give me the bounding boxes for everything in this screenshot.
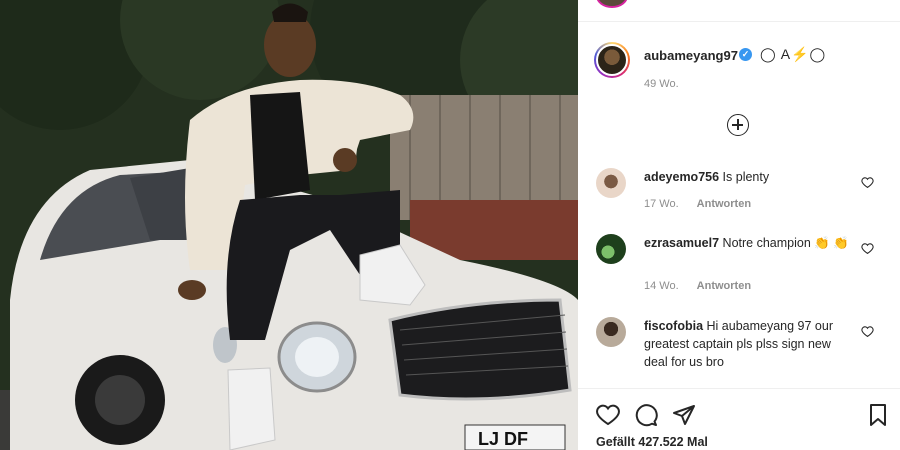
likes-count[interactable]: Gefällt 427.522 Mal: [596, 435, 708, 449]
commenter-username[interactable]: fiscofobia: [644, 319, 703, 333]
post-time[interactable]: 49 Wo.: [644, 78, 679, 90]
comment-bubble-icon[interactable]: [634, 403, 658, 427]
reply-button[interactable]: Antworten: [697, 280, 751, 292]
commenter-username[interactable]: ezrasamuel7: [644, 236, 719, 250]
post-action-bar: Gefällt 427.522 Mal: [578, 388, 900, 450]
comment-text: adeyemo756 Is plenty: [644, 168, 854, 186]
post-photo-illustration: LJ DF: [0, 0, 578, 450]
author-avatar[interactable]: [594, 42, 630, 78]
plus-circle-icon[interactable]: [727, 114, 749, 136]
comment-body: Is plenty: [722, 170, 770, 184]
previous-avatar[interactable]: [596, 0, 628, 8]
comment-text: ezrasamuel7 Notre champion 👏 👏: [644, 234, 854, 252]
commenter-avatar[interactable]: [596, 234, 626, 264]
verified-badge-icon: ✓: [739, 48, 752, 61]
commenter-avatar[interactable]: [596, 168, 626, 198]
like-comment-heart-icon[interactable]: [861, 242, 874, 255]
previous-post-strip: [578, 0, 900, 22]
post-header: aubameyang97 ✓ ◯ A⚡◯ 49 Wo.: [578, 36, 900, 96]
comment-time[interactable]: 14 Wo.: [644, 280, 679, 292]
post-photo[interactable]: LJ DF: [0, 0, 578, 450]
like-comment-heart-icon[interactable]: [861, 176, 874, 189]
like-comment-heart-icon[interactable]: [861, 325, 874, 338]
post-side-panel: aubameyang97 ✓ ◯ A⚡◯ 49 Wo. adeyemo756 I…: [578, 0, 900, 450]
like-heart-icon[interactable]: [596, 403, 620, 427]
share-paper-plane-icon[interactable]: [672, 403, 696, 427]
comment-text: fiscofobia Hi aubameyang 97 our greatest…: [644, 317, 854, 371]
author-bio-text: ◯ A⚡◯: [760, 46, 827, 62]
reply-button[interactable]: Antworten: [697, 198, 751, 210]
license-plate-text: LJ DF: [478, 429, 528, 449]
commenter-username[interactable]: adeyemo756: [644, 170, 719, 184]
author-username[interactable]: aubameyang97: [644, 48, 738, 63]
comment-body: Notre champion 👏 👏: [722, 236, 849, 250]
bookmark-icon[interactable]: [866, 403, 890, 427]
comment-meta: 14 Wo. Antworten: [644, 280, 751, 292]
comment-meta: 17 Wo. Antworten: [644, 198, 751, 210]
comment-time[interactable]: 17 Wo.: [644, 198, 679, 210]
commenter-avatar[interactable]: [596, 317, 626, 347]
author-avatar-image: [596, 44, 628, 76]
